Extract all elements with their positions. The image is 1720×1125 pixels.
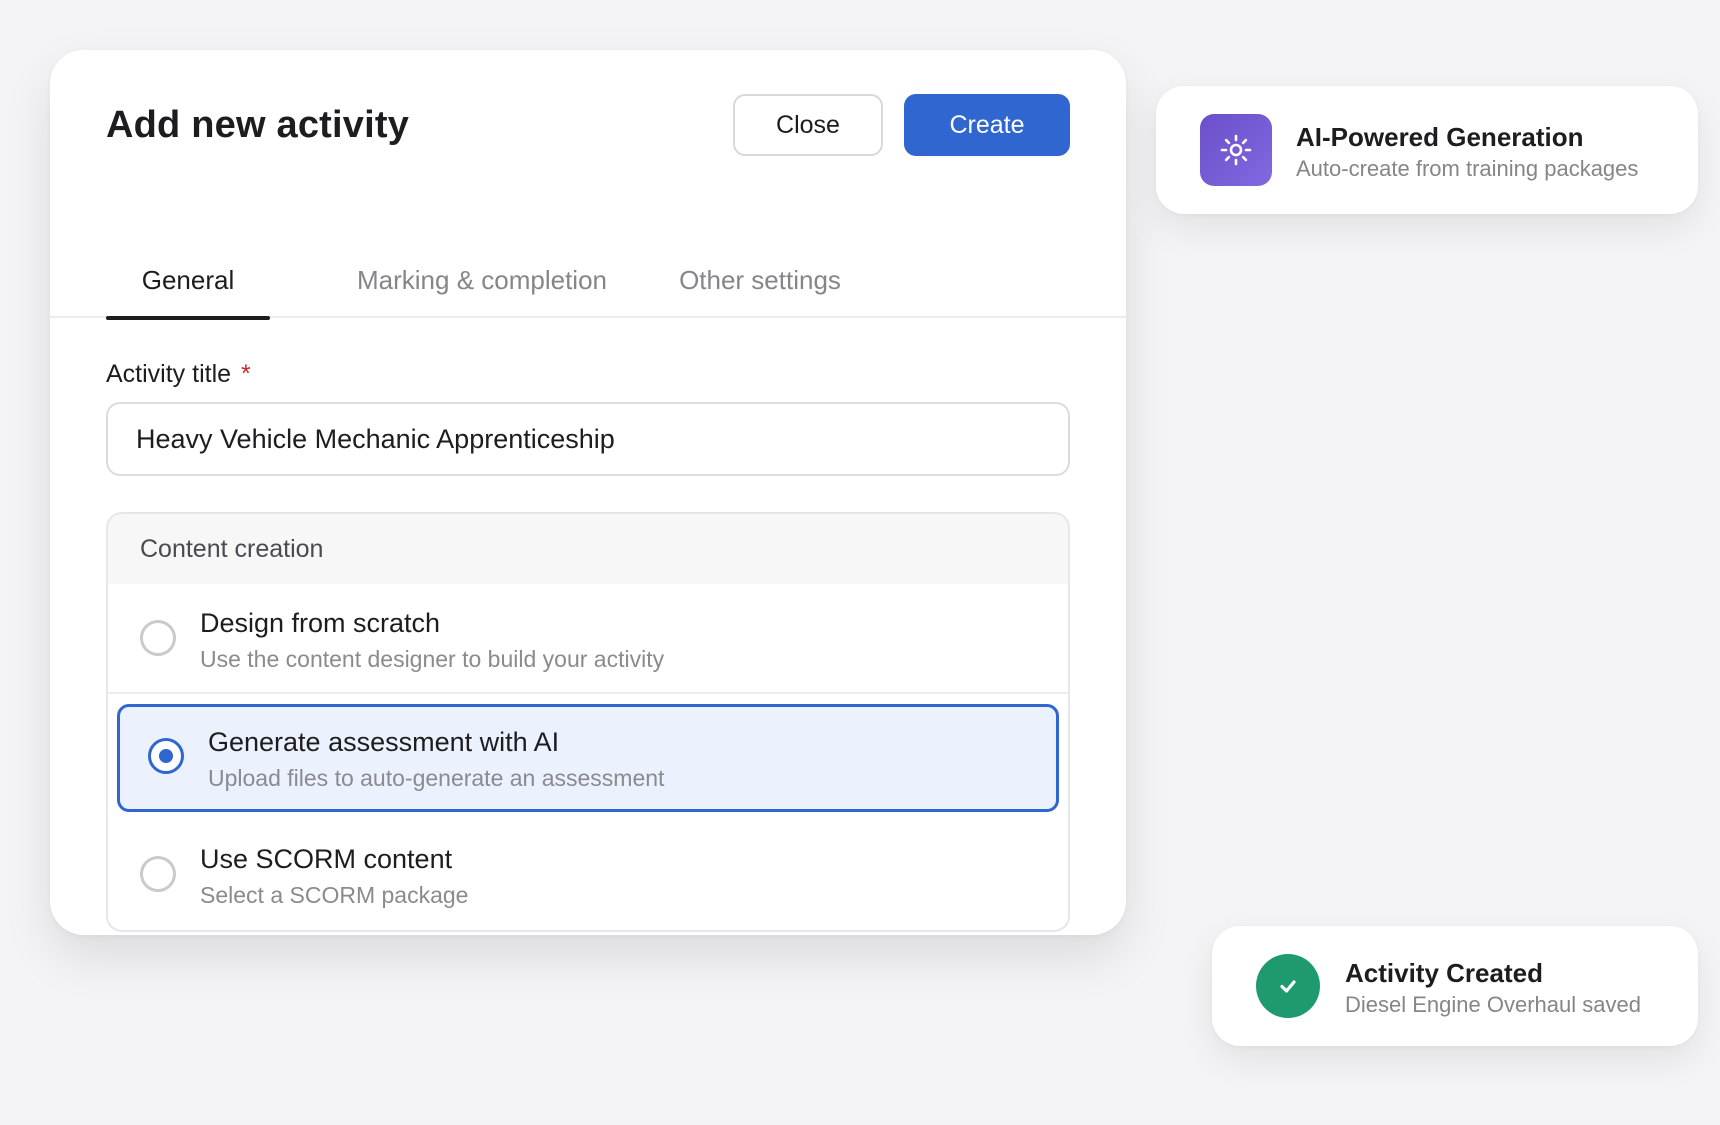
modal-header: Add new activity Close Create: [106, 94, 1070, 156]
ai-card-title: AI-Powered Generation: [1296, 122, 1584, 152]
close-button[interactable]: Close: [733, 94, 883, 156]
activity-created-toast: Activity Created Diesel Engine Overhaul …: [1212, 926, 1698, 1046]
tab-other-settings[interactable]: Other settings: [678, 242, 842, 318]
check-icon: [1256, 954, 1320, 1018]
sparkle-icon: [1200, 114, 1272, 186]
activity-title-input[interactable]: [106, 402, 1070, 476]
radio-unselected-icon[interactable]: [140, 620, 176, 656]
tab-bar: General Marking & completion Other setti…: [50, 242, 1126, 320]
create-button[interactable]: Create: [904, 94, 1070, 156]
required-marker: *: [241, 360, 251, 388]
option-subtitle: Use the content designer to build your a…: [200, 646, 665, 672]
header-actions: Close Create: [733, 94, 1070, 156]
content-creation-header: Content creation: [108, 514, 1068, 584]
tab-general[interactable]: General: [106, 242, 270, 320]
option-generate-with-ai[interactable]: Generate assessment with AI Upload files…: [117, 704, 1059, 812]
radio-unselected-icon[interactable]: [140, 856, 176, 892]
activity-title-label: Activity title *: [106, 360, 251, 389]
ai-card-subtitle: Auto-create from training packages: [1296, 156, 1639, 181]
radio-selected-icon[interactable]: [148, 738, 184, 774]
toast-title: Activity Created: [1345, 958, 1543, 988]
option-subtitle: Select a SCORM package: [200, 882, 469, 908]
toast-subtitle: Diesel Engine Overhaul saved: [1345, 992, 1641, 1017]
tab-marking-completion[interactable]: Marking & completion: [356, 242, 608, 318]
content-creation-panel: Content creation Design from scratch Use…: [106, 512, 1070, 932]
ai-feature-card: AI-Powered Generation Auto-create from t…: [1156, 86, 1698, 214]
option-subtitle: Upload files to auto-generate an assessm…: [208, 765, 665, 791]
modal-title: Add new activity: [106, 103, 410, 146]
option-title: Use SCORM content: [200, 844, 453, 874]
activity-title-label-text: Activity title: [106, 360, 232, 388]
page-canvas: Add new activity Close Create General Ma…: [0, 0, 1720, 1125]
option-design-from-scratch[interactable]: Design from scratch Use the content desi…: [108, 584, 1068, 694]
add-activity-modal: Add new activity Close Create General Ma…: [50, 50, 1126, 935]
option-title: Design from scratch: [200, 608, 441, 638]
option-title: Generate assessment with AI: [208, 727, 560, 757]
option-use-scorm[interactable]: Use SCORM content Select a SCORM package: [108, 820, 1068, 930]
